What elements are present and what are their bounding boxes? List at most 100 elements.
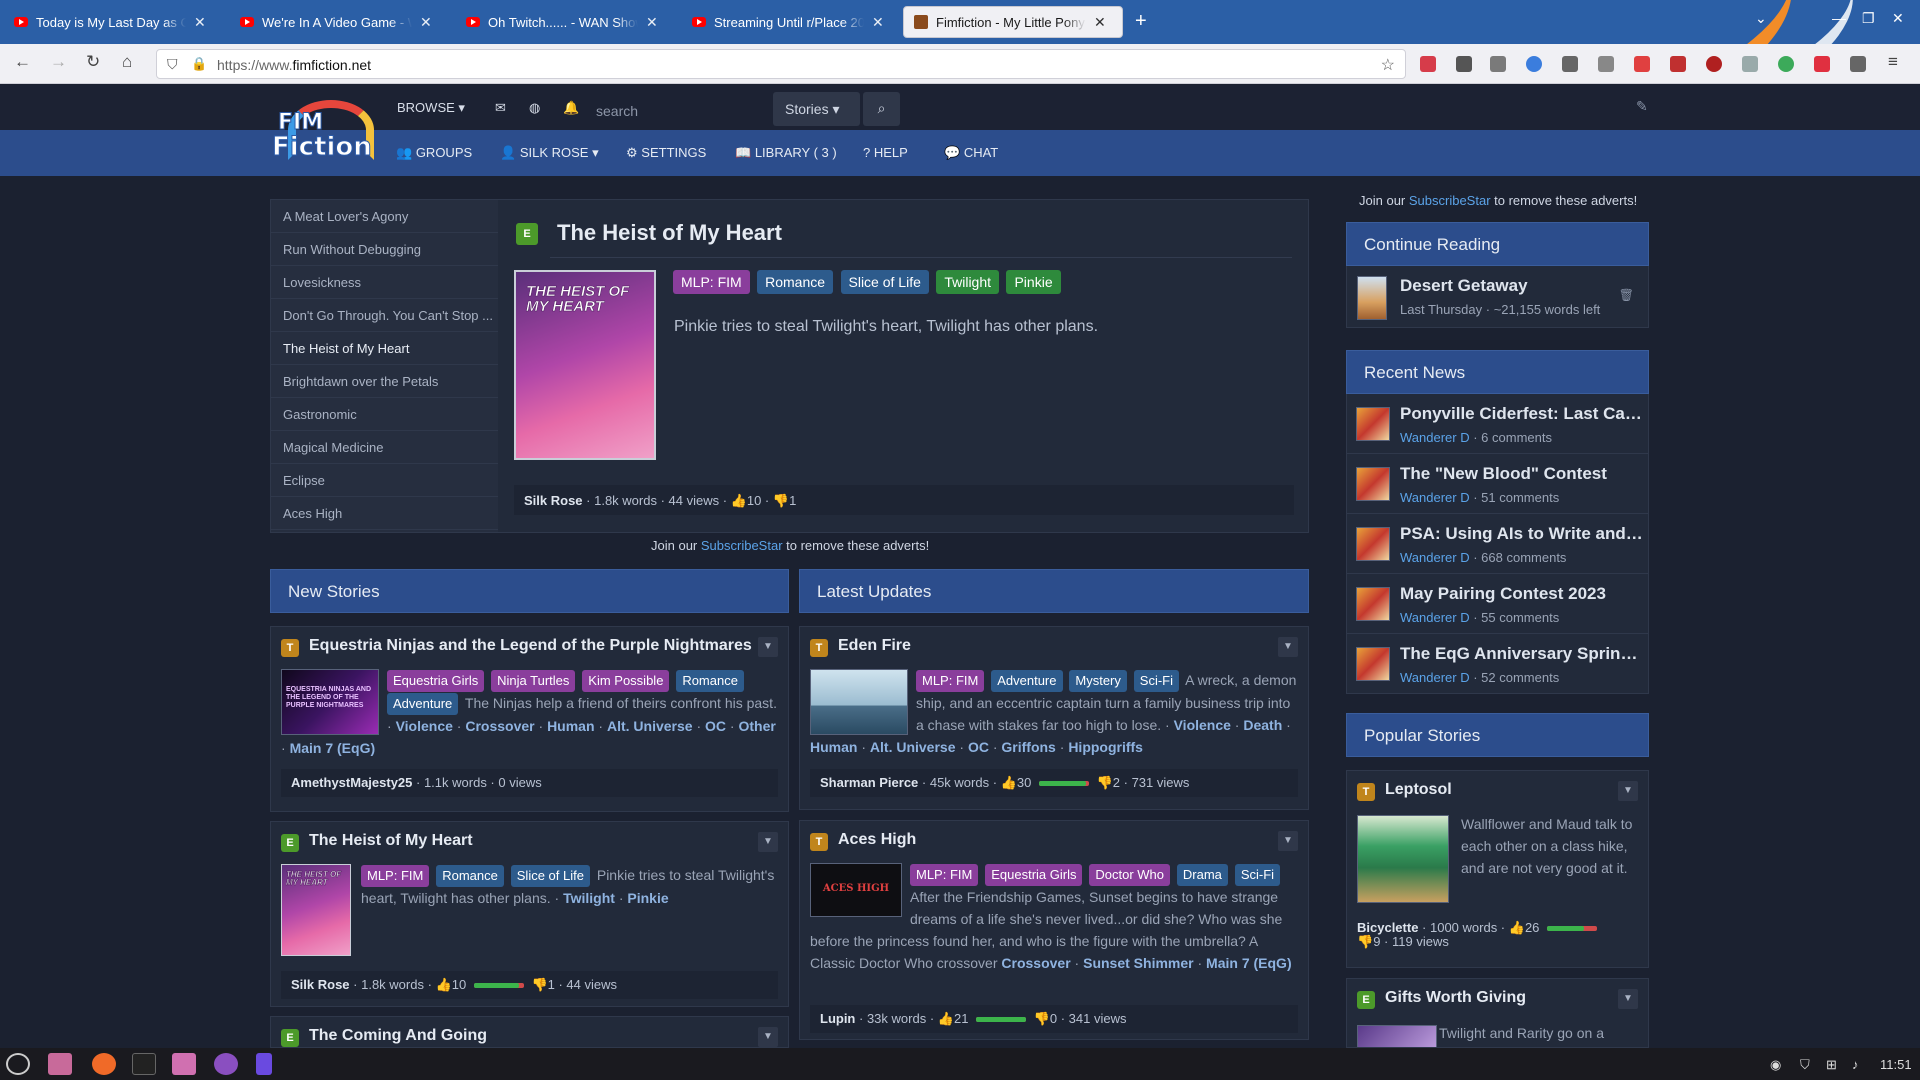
tag-series[interactable]: Equestria Girls bbox=[387, 670, 485, 692]
nav-chat[interactable]: 💬 CHAT bbox=[944, 145, 998, 161]
author-link[interactable]: Lupin bbox=[820, 1011, 855, 1026]
browser-tab-2[interactable]: We're In A Video Game - WAN ✕ bbox=[230, 6, 442, 38]
github-icon[interactable] bbox=[214, 1053, 238, 1075]
address-bar[interactable]: ⛉ 🔒 https://www.fimfiction.net ☆ bbox=[156, 49, 1406, 79]
tag-series[interactable]: Kim Possible bbox=[582, 670, 670, 692]
content-tag[interactable]: Griffons bbox=[1001, 739, 1055, 755]
story-thumbnail[interactable] bbox=[1357, 815, 1449, 903]
tag-genre[interactable]: Romance bbox=[757, 270, 834, 294]
story-title[interactable]: Eden Fire bbox=[838, 637, 911, 655]
author-link[interactable]: Wanderer D bbox=[1400, 490, 1470, 505]
bookmark-star-icon[interactable]: ☆ bbox=[1381, 55, 1395, 75]
news-title[interactable]: May Pairing Contest 2023 bbox=[1400, 584, 1644, 604]
extension-icon[interactable] bbox=[1598, 56, 1614, 72]
story-thumbnail[interactable] bbox=[1357, 1025, 1437, 1047]
extension-icon[interactable] bbox=[1778, 56, 1794, 72]
extension-icon[interactable] bbox=[1670, 56, 1686, 72]
news-item[interactable]: May Pairing Contest 2023 Wanderer D · 55… bbox=[1346, 574, 1649, 634]
tag-genre[interactable]: Adventure bbox=[387, 693, 459, 715]
author-link[interactable]: Wanderer D bbox=[1400, 670, 1470, 685]
tag-genre[interactable]: Romance bbox=[436, 865, 504, 887]
content-tag[interactable]: Crossover bbox=[1001, 955, 1070, 971]
content-tag[interactable]: Other bbox=[738, 718, 775, 734]
ublock-icon[interactable] bbox=[1814, 56, 1830, 72]
site-search-input[interactable]: search bbox=[588, 95, 772, 125]
extension-icon[interactable] bbox=[1706, 56, 1722, 72]
terminal-icon[interactable] bbox=[132, 1053, 156, 1075]
content-tag[interactable]: Sunset Shimmer bbox=[1083, 955, 1193, 971]
folder-icon[interactable] bbox=[172, 1053, 196, 1075]
content-tag[interactable]: Death bbox=[1243, 717, 1282, 733]
author-link[interactable]: Wanderer D bbox=[1400, 610, 1470, 625]
featured-list-item[interactable]: A Meat Lover's Agony bbox=[271, 200, 498, 233]
nav-settings[interactable]: ⚙ SETTINGS bbox=[626, 145, 706, 161]
tag-genre[interactable]: Drama bbox=[1176, 864, 1228, 886]
tag-series[interactable]: Ninja Turtles bbox=[491, 670, 576, 692]
featured-list-item[interactable]: Eclipse bbox=[271, 464, 498, 497]
author-link[interactable]: Bicyclette bbox=[1357, 920, 1418, 935]
new-tab-icon[interactable]: + bbox=[1135, 10, 1147, 33]
content-tag[interactable]: Human bbox=[547, 718, 594, 734]
story-options-dropdown[interactable]: ▼ bbox=[1618, 781, 1638, 801]
close-tab-icon[interactable]: ✕ bbox=[420, 14, 432, 31]
browser-tab-4[interactable]: Streaming Until r/Place 2023 ✕ bbox=[682, 6, 894, 38]
tag-character[interactable]: Twilight bbox=[936, 270, 1000, 294]
trash-icon[interactable]: 🗑 bbox=[1619, 288, 1634, 302]
story-thumbnail[interactable]: ACES HIGH bbox=[810, 863, 902, 917]
continue-reading-item[interactable]: Desert Getaway Last Thursday · ~21,155 w… bbox=[1346, 266, 1649, 328]
news-item[interactable]: The EqG Anniversary Spring Fling... Wand… bbox=[1346, 634, 1649, 694]
browser-tab-3[interactable]: Oh Twitch...... - WAN Show J ✕ bbox=[456, 6, 668, 38]
content-tag[interactable]: Violence bbox=[396, 718, 453, 734]
story-title[interactable]: The Heist of My Heart bbox=[309, 832, 473, 850]
network-icon[interactable]: ⊞ bbox=[1826, 1057, 1837, 1073]
bell-icon[interactable]: 🔔 bbox=[563, 100, 579, 116]
news-title[interactable]: The EqG Anniversary Spring Fling... bbox=[1400, 644, 1644, 664]
story-thumbnail[interactable] bbox=[810, 669, 908, 735]
back-icon[interactable]: ← bbox=[14, 52, 31, 72]
story-title[interactable]: Equestria Ninjas and the Legend of the P… bbox=[309, 637, 752, 655]
content-tag[interactable]: Violence bbox=[1174, 717, 1231, 733]
tag-character[interactable]: Pinkie bbox=[1006, 270, 1061, 294]
story-title[interactable]: Leptosol bbox=[1385, 781, 1452, 799]
tag-genre[interactable]: Sci-Fi bbox=[1133, 670, 1179, 692]
news-title[interactable]: Ponyville Ciderfest: Last Call for ... bbox=[1400, 404, 1644, 424]
content-tag[interactable]: OC bbox=[705, 718, 726, 734]
mail-icon[interactable]: ✉ bbox=[495, 100, 506, 116]
story-title[interactable]: Aces High bbox=[838, 831, 916, 849]
story-title[interactable]: Gifts Worth Giving bbox=[1385, 989, 1526, 1007]
tag-genre[interactable]: Slice of Life bbox=[840, 270, 929, 294]
story-options-dropdown[interactable]: ▼ bbox=[1278, 637, 1298, 657]
pocket-icon[interactable] bbox=[1420, 56, 1436, 72]
restore-icon[interactable]: ❐ bbox=[1862, 10, 1875, 27]
story-options-dropdown[interactable]: ▼ bbox=[1618, 989, 1638, 1009]
author-link[interactable]: Sharman Pierce bbox=[820, 775, 918, 790]
site-logo[interactable]: FIM Fiction bbox=[270, 100, 376, 163]
nav-library[interactable]: 📖 LIBRARY ( 3 ) bbox=[735, 145, 837, 161]
content-tag[interactable]: Human bbox=[810, 739, 857, 755]
extensions-puzzle-icon[interactable] bbox=[1850, 56, 1866, 72]
tag-series[interactable]: MLP: FIM bbox=[916, 670, 985, 692]
close-tab-icon[interactable]: ✕ bbox=[1094, 14, 1106, 31]
tag-genre[interactable]: Adventure bbox=[991, 670, 1063, 692]
news-title[interactable]: The "New Blood" Contest bbox=[1400, 464, 1644, 484]
story-options-dropdown[interactable]: ▼ bbox=[758, 637, 778, 657]
tag-genre[interactable]: Slice of Life bbox=[510, 865, 590, 887]
window-app-icon[interactable] bbox=[48, 1053, 72, 1075]
story-options-dropdown[interactable]: ▼ bbox=[758, 1027, 778, 1047]
featured-list-item[interactable]: Run Without Debugging bbox=[271, 233, 498, 266]
nav-user-menu[interactable]: 👤 SILK ROSE ▾ bbox=[500, 145, 599, 161]
audio-icon[interactable]: ♪ bbox=[1852, 1057, 1859, 1072]
forward-icon[interactable]: → bbox=[50, 52, 67, 72]
tab-list-icon[interactable]: ⌄ bbox=[1755, 10, 1767, 27]
reload-icon[interactable]: ↻ bbox=[86, 52, 100, 72]
firefox-icon[interactable] bbox=[92, 1053, 116, 1075]
news-item[interactable]: Ponyville Ciderfest: Last Call for ... W… bbox=[1346, 394, 1649, 454]
browse-menu[interactable]: BROWSE ▾ bbox=[397, 100, 465, 116]
featured-list-item[interactable]: Don't Go Through. You Can't Stop ... bbox=[271, 299, 498, 332]
featured-list-item[interactable]: Lovesickness bbox=[271, 266, 498, 299]
extension-icon[interactable] bbox=[1526, 56, 1542, 72]
story-title[interactable]: The Coming And Going bbox=[309, 1027, 487, 1045]
featured-list-item[interactable]: Magical Medicine bbox=[271, 431, 498, 464]
browser-tab-active[interactable]: Fimfiction - My Little Pony F ✕ bbox=[903, 6, 1123, 38]
story-thumbnail[interactable]: THE HEIST OF MY HEART bbox=[281, 864, 351, 956]
